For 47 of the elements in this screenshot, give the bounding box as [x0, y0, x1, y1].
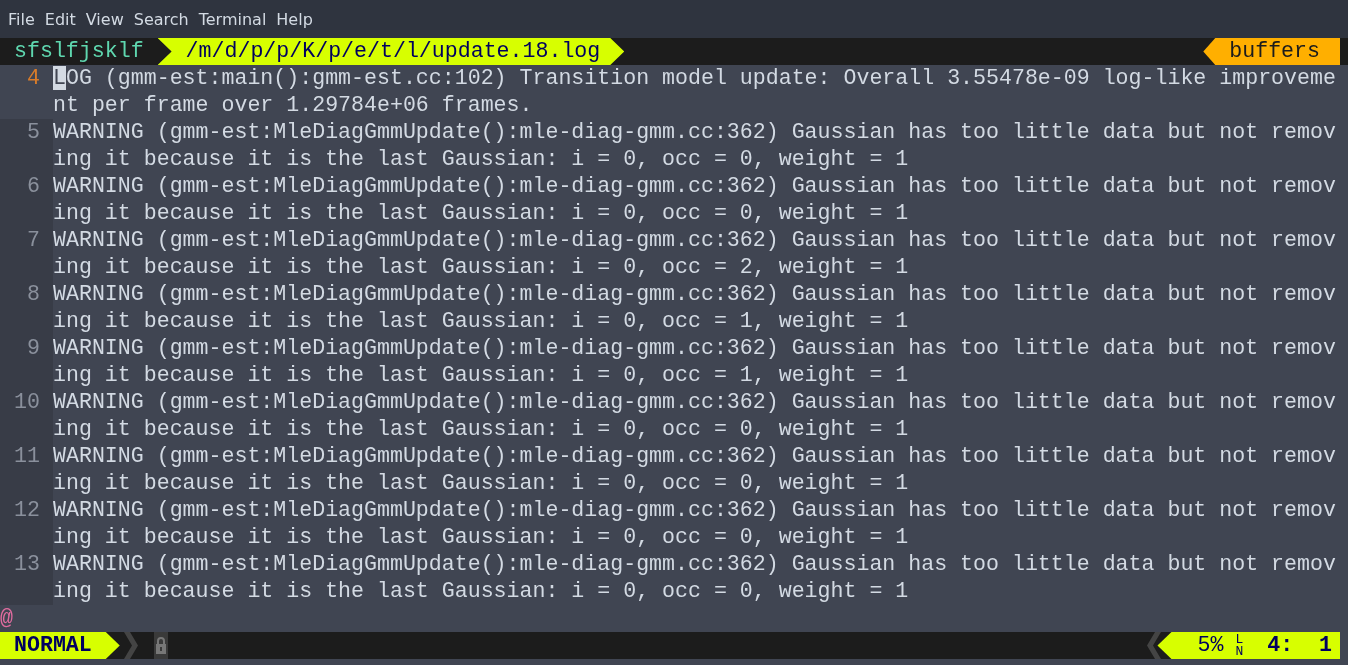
line-number: 9	[27, 335, 40, 362]
log-text: WARNING (gmm-est:MleDiagGmmUpdate():mle-diag-gmm.cc:362) Gaussian has too little data but not remov	[53, 335, 1336, 362]
log-text: ing it because it is the last Gaussian: i = 0, occ = 0, weight = 1	[53, 200, 910, 227]
log-text: WARNING (gmm-est:MleDiagGmmUpdate():mle-diag-gmm.cc:362) Gaussian has too little data but not remov	[53, 389, 1336, 416]
line-number: 11	[14, 443, 40, 470]
session-name: sfslfjsklf	[13, 38, 145, 65]
log-text: ing it because it is the last Gaussian: i = 0, occ = 0, weight = 1	[53, 578, 910, 605]
log-text: ing it because it is the last Gaussian: i = 0, occ = 2, weight = 1	[53, 254, 910, 281]
line-number: 8	[27, 281, 40, 308]
log-text: WARNING (gmm-est:MleDiagGmmUpdate():mle-diag-gmm.cc:362) Gaussian has too little data but not remov	[53, 227, 1336, 254]
line-number: 6	[27, 173, 40, 200]
log-text: WARNING (gmm-est:MleDiagGmmUpdate():mle-diag-gmm.cc:362) Gaussian has too little data but not remov	[53, 173, 1336, 200]
line-number: 10	[14, 389, 40, 416]
lock-icon	[153, 632, 168, 659]
log-text: ing it because it is the last Gaussian: i = 0, occ = 1, weight = 1	[53, 308, 910, 335]
log-text: ing it because it is the last Gaussian: i = 0, occ = 0, weight = 1	[53, 146, 910, 173]
log-text: nt per frame over 1.29784e+06 frames.	[53, 92, 534, 119]
log-text: WARNING (gmm-est:MleDiagGmmUpdate():mle-diag-gmm.cc:362) Gaussian has too little data but not remov	[53, 551, 1336, 578]
line-number-symbol: L N	[1235, 633, 1244, 658]
menu-item[interactable]: File	[8, 9, 35, 29]
log-text: ing it because it is the last Gaussian: i = 0, occ = 1, weight = 1	[53, 362, 910, 389]
line-number: 13	[14, 551, 40, 578]
log-text: WARNING (gmm-est:MleDiagGmmUpdate():mle-diag-gmm.cc:362) Gaussian has too little data but not remov	[53, 281, 1336, 308]
file-path-tab[interactable]: /m/d/p/p/K/p/e/t/l/update.18.log	[157, 38, 625, 65]
menu-item[interactable]: Terminal	[198, 9, 267, 29]
line-number: 4	[27, 65, 40, 92]
menu-item[interactable]: Help	[276, 9, 313, 29]
chevron-icon	[123, 632, 138, 659]
mode-indicator: NORMAL	[0, 632, 120, 659]
line-number: 5	[27, 119, 40, 146]
log-text: LOG (gmm-est:main():gmm-est.cc:102) Transition model update: Overall 3.55478e-09 log-like improveme	[53, 65, 1336, 92]
log-text: WARNING (gmm-est:MleDiagGmmUpdate():mle-diag-gmm.cc:362) Gaussian has too little data but not remov	[53, 443, 1336, 470]
overflow-marker: @	[0, 605, 14, 632]
buffers-label: buffers	[1203, 38, 1340, 65]
log-text: WARNING (gmm-est:MleDiagGmmUpdate():mle-diag-gmm.cc:362) Gaussian has too little data but not remov	[53, 497, 1336, 524]
log-text: WARNING (gmm-est:MleDiagGmmUpdate():mle-diag-gmm.cc:362) Gaussian has too little data but not remov	[53, 119, 1336, 146]
log-text: ing it because it is the last Gaussian: i = 0, occ = 0, weight = 1	[53, 524, 910, 551]
menu-item[interactable]: View	[85, 9, 124, 29]
line-number: 7	[27, 227, 40, 254]
line-number: 12	[14, 497, 40, 524]
scroll-percent: 5%	[1197, 632, 1225, 659]
menu-item[interactable]: Edit	[44, 9, 76, 29]
log-text: ing it because it is the last Gaussian: i = 0, occ = 0, weight = 1	[53, 416, 910, 443]
log-text: ing it because it is the last Gaussian: i = 0, occ = 0, weight = 1	[53, 470, 910, 497]
chevron-icon	[1147, 632, 1162, 659]
menu-item[interactable]: Search	[133, 9, 189, 29]
cursor-position: 4: 1	[1267, 632, 1332, 659]
